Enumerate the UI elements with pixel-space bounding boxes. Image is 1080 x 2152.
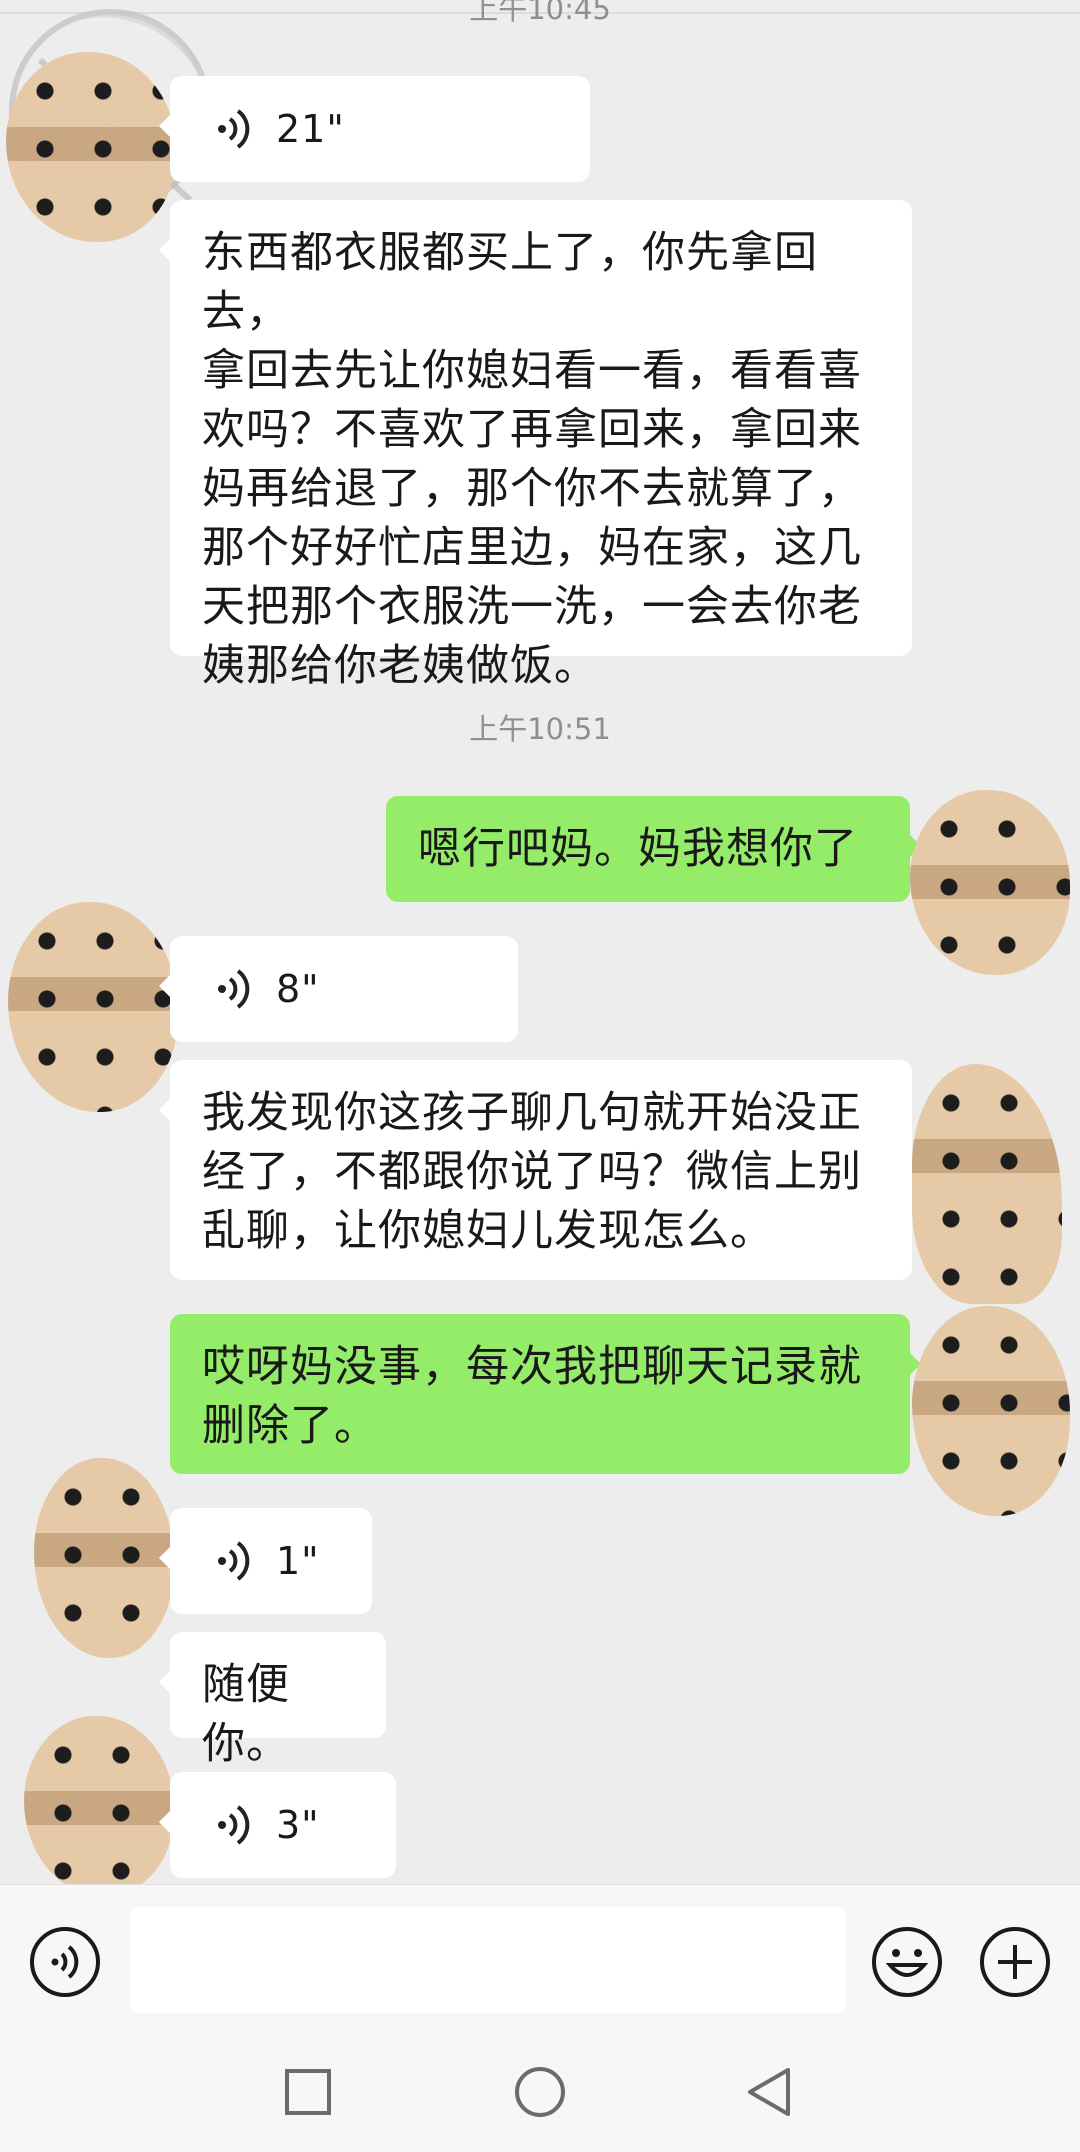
voice-wave-icon: [218, 1541, 250, 1581]
text-message[interactable]: 我发现你这孩子聊几句就开始没正 经了，不都跟你说了吗？微信上别 乱聊，让你媳妇儿…: [159, 1060, 912, 1280]
text-message[interactable]: 东西都衣服都买上了，你先拿回去， 拿回去先让你媳妇看一看，看看喜 欢吗？不喜欢了…: [159, 200, 912, 691]
voice-message[interactable]: 1": [159, 1508, 372, 1614]
voice-duration: 8": [276, 966, 320, 1011]
voice-wave-icon: [218, 969, 250, 1009]
contact-avatar[interactable]: [34, 1458, 174, 1658]
circle-nav-icon[interactable]: [514, 2066, 566, 2118]
message-line: 天把那个衣服洗一洗，一会去你老: [202, 582, 862, 632]
voice-message[interactable]: 21": [159, 76, 590, 182]
system-nav-bar: [0, 2034, 1080, 2152]
voice-wave-icon: [218, 1805, 250, 1845]
plus-icon[interactable]: [978, 1925, 1052, 1999]
voice-message[interactable]: 8": [159, 936, 518, 1042]
triangle-back-icon[interactable]: [744, 2066, 794, 2118]
contact-avatar[interactable]: [8, 902, 178, 1112]
message-line: 欢吗？不喜欢了再拿回来，拿回来: [202, 405, 862, 455]
message-line: 那个好好忙店里边，妈在家，这几: [202, 523, 862, 573]
text-message-sent[interactable]: 嗯行吧妈。妈我想你了: [386, 796, 921, 902]
voice-message[interactable]: 3": [159, 1772, 396, 1878]
voice-wave-icon: [218, 109, 250, 149]
message-input[interactable]: [130, 1907, 846, 2013]
message-line: 东西都衣服都买上了，你先拿回去，: [202, 228, 818, 337]
chat-area[interactable]: 上午10:45 21" 东西都衣服都买上了，你先拿回去， 拿回去先让你媳妇看一看…: [0, 0, 1080, 1884]
voice-duration: 21": [276, 106, 345, 151]
voice-duration: 1": [276, 1538, 320, 1583]
message-line: 经了，不都跟你说了吗？微信上别: [202, 1147, 862, 1197]
my-avatar[interactable]: [912, 1306, 1070, 1516]
message-line: 姨那给你老姨做饭。: [202, 641, 598, 691]
my-avatar[interactable]: [912, 1064, 1062, 1304]
voice-input-icon[interactable]: [28, 1925, 102, 1999]
message-line: 拿回去先让你媳妇看一看，看看喜: [202, 346, 862, 396]
square-nav-icon[interactable]: [284, 2068, 332, 2116]
contact-avatar[interactable]: [24, 1716, 174, 1884]
text-message[interactable]: 随便你。: [159, 1632, 386, 1769]
input-bar: [0, 1884, 1080, 2035]
my-avatar[interactable]: [910, 790, 1070, 975]
message-line: 随便你。: [202, 1660, 290, 1769]
timestamp: 上午10:51: [469, 712, 611, 746]
emoji-icon[interactable]: [870, 1925, 944, 1999]
message-line: 乱聊，让你媳妇儿发现怎么。: [202, 1206, 774, 1256]
message-line: 妈再给退了，那个你不去就算了，: [202, 464, 862, 514]
text-message-sent[interactable]: 哎呀妈没事，每次我把聊天记录就 删除了。: [170, 1314, 921, 1474]
message-line: 哎呀妈没事，每次我把聊天记录就: [202, 1342, 862, 1392]
message-line: 我发现你这孩子聊几句就开始没正: [202, 1088, 862, 1138]
message-line: 嗯行吧妈。妈我想你了: [418, 824, 858, 874]
voice-duration: 3": [276, 1802, 320, 1847]
message-line: 删除了。: [202, 1401, 378, 1451]
